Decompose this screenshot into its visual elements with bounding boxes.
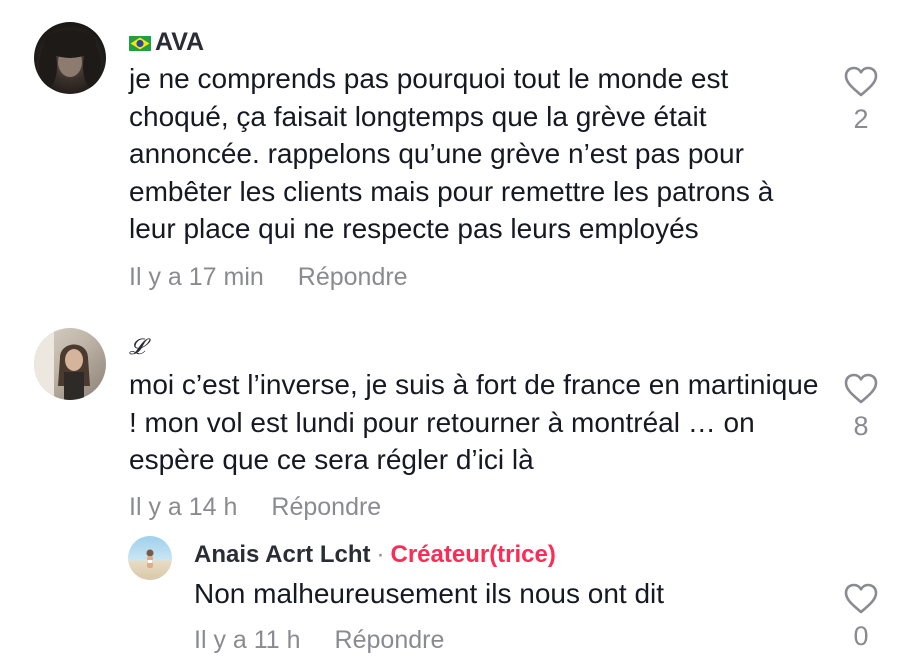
heart-outline-icon bbox=[844, 373, 878, 404]
timestamp: Il y a 11 h bbox=[194, 626, 301, 654]
heart-outline-icon bbox=[844, 583, 878, 614]
reply-username: Anais Acrt Lcht · Créateur(trice) bbox=[194, 540, 556, 570]
username-text: AVA bbox=[155, 28, 205, 56]
brazil-flag-icon bbox=[129, 35, 151, 51]
like-button[interactable]: 2 bbox=[841, 66, 881, 135]
reply-button[interactable]: Répondre bbox=[271, 492, 381, 522]
comment-text: moi c’est l’inverse, je suis à fort de f… bbox=[129, 369, 819, 475]
like-count: 2 bbox=[853, 104, 869, 134]
username-text: 𝓛 bbox=[129, 335, 145, 360]
comment-meta: Il y a 17 min Répondre bbox=[129, 262, 408, 292]
timestamp: Il y a 17 min bbox=[129, 263, 264, 291]
username[interactable]: 𝓛 bbox=[129, 333, 145, 363]
reply-button[interactable]: Répondre bbox=[298, 262, 408, 292]
like-count: 8 bbox=[853, 411, 869, 441]
reply-button[interactable]: Répondre bbox=[335, 625, 445, 655]
like-button[interactable]: 8 bbox=[841, 373, 881, 442]
like-button[interactable]: 0 bbox=[841, 583, 881, 652]
avatar[interactable] bbox=[34, 328, 106, 400]
separator: · bbox=[376, 541, 385, 568]
creator-badge: Créateur(trice) bbox=[390, 541, 556, 568]
avatar[interactable] bbox=[34, 22, 106, 94]
username-text[interactable]: Anais Acrt Lcht bbox=[194, 541, 370, 568]
comment-meta: Il y a 14 h Répondre bbox=[129, 492, 381, 522]
reply-meta: Il y a 11 h Répondre bbox=[194, 625, 444, 655]
like-count: 0 bbox=[853, 621, 869, 651]
avatar-image bbox=[34, 328, 90, 400]
heart-outline-icon bbox=[844, 66, 878, 97]
username[interactable]: AVA bbox=[129, 27, 204, 57]
reply-text: Non malheureusement ils nous ont dit bbox=[194, 578, 665, 609]
avatar-image bbox=[39, 30, 101, 88]
avatar[interactable] bbox=[128, 536, 172, 580]
comment-text: je ne comprends pas pourquoi tout le mon… bbox=[129, 63, 774, 244]
avatar-image bbox=[146, 549, 154, 568]
timestamp: Il y a 14 h bbox=[129, 493, 238, 521]
